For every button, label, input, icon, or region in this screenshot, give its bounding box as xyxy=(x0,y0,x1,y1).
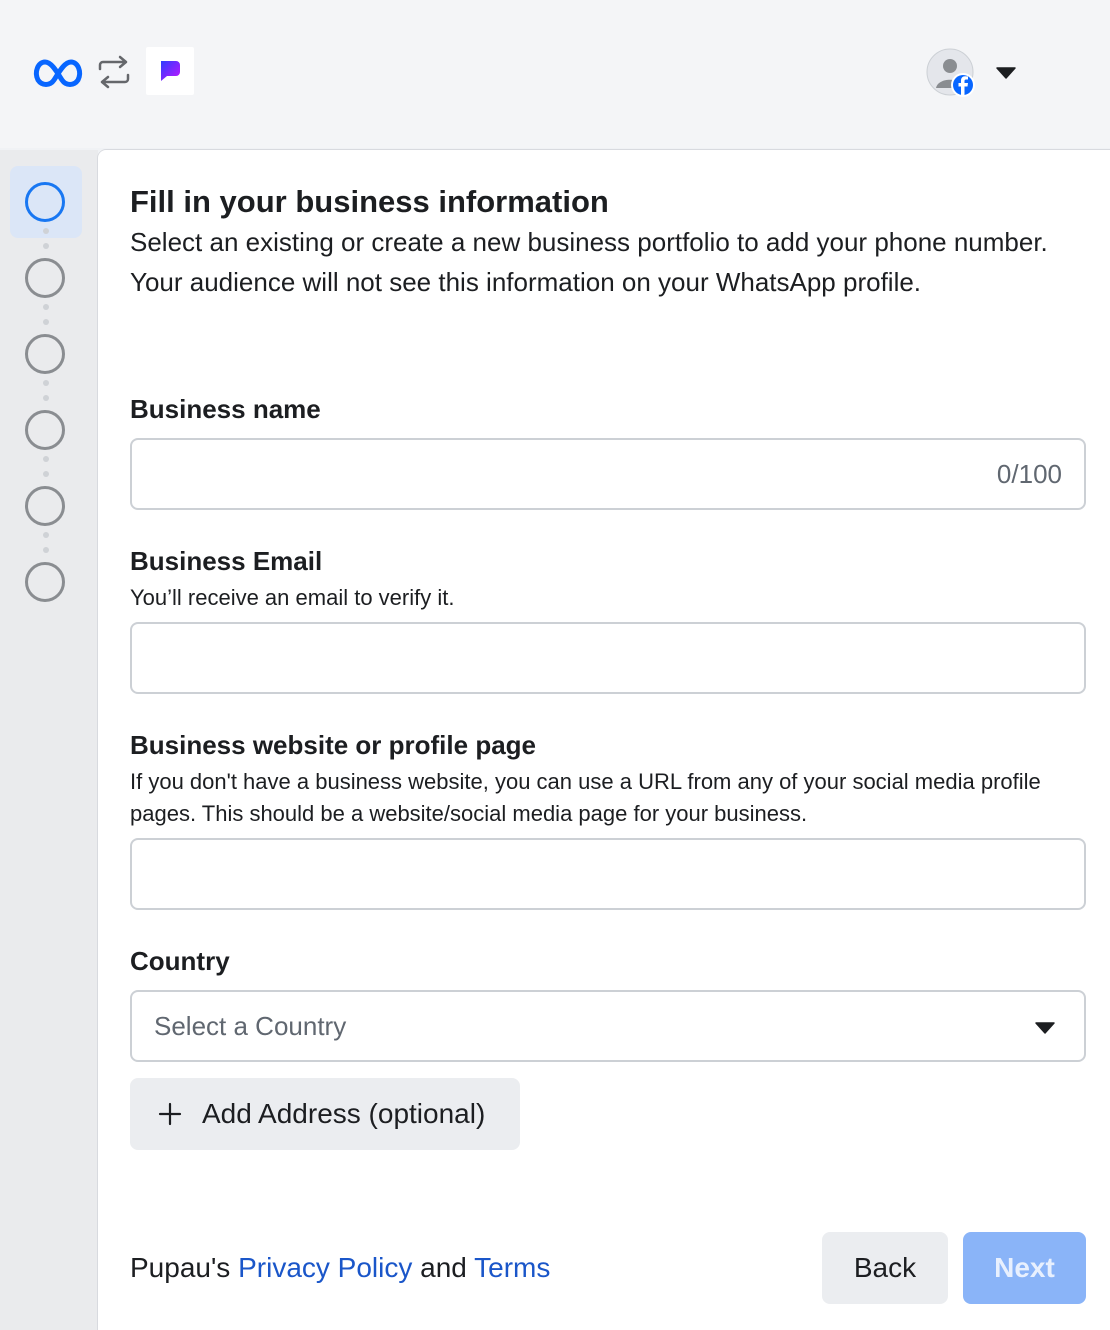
step-connector xyxy=(43,304,49,310)
business-email-label: Business Email xyxy=(130,546,323,576)
top-bar xyxy=(0,0,1110,148)
step-connector xyxy=(43,456,49,462)
page-description: Select an existing or create a new busin… xyxy=(130,227,1048,297)
terms-link[interactable]: Terms xyxy=(474,1252,550,1283)
character-counter: 0/100 xyxy=(996,459,1062,489)
next-button[interactable]: Next xyxy=(963,1232,1086,1304)
facebook-avatar-icon[interactable] xyxy=(926,48,978,100)
step-6 xyxy=(25,562,65,602)
chevron-down-icon xyxy=(1035,1022,1055,1034)
plus-icon xyxy=(158,1102,182,1126)
business-name-field[interactable]: 0/100 xyxy=(130,438,1086,510)
business-website-label: Business website or profile page xyxy=(130,730,536,760)
country-label: Country xyxy=(130,946,230,976)
caret-down-icon[interactable] xyxy=(995,66,1017,80)
business-website-help: If you don't have a business website, yo… xyxy=(130,769,1041,826)
step-connector xyxy=(43,395,49,401)
step-connector xyxy=(43,243,49,249)
pupau-logo-icon xyxy=(146,47,194,95)
add-address-label: Add Address (optional) xyxy=(202,1098,486,1129)
step-2 xyxy=(25,258,65,298)
legal-prefix: Pupau's xyxy=(130,1252,231,1283)
legal-and: and xyxy=(420,1252,467,1283)
step-5 xyxy=(25,486,65,526)
step-connector xyxy=(43,319,49,325)
business-name-label: Business name xyxy=(130,394,321,424)
business-name-input[interactable] xyxy=(152,450,976,500)
step-connector xyxy=(43,547,49,553)
back-button[interactable]: Back xyxy=(822,1232,948,1304)
meta-logo-icon xyxy=(33,59,83,87)
business-email-input[interactable] xyxy=(152,634,976,684)
legal-footer: Pupau's Privacy Policy and Terms xyxy=(130,1248,550,1288)
business-website-field[interactable] xyxy=(130,838,1086,910)
step-4 xyxy=(25,410,65,450)
swap-arrows-icon xyxy=(98,55,130,89)
country-select[interactable]: Select a Country xyxy=(130,990,1086,1062)
country-select-value: Select a Country xyxy=(154,1011,347,1041)
progress-stepper xyxy=(0,150,98,1330)
page-title: Fill in your business information xyxy=(130,184,609,219)
step-3 xyxy=(25,334,65,374)
step-1 xyxy=(25,182,65,222)
step-connector xyxy=(43,471,49,477)
business-info-card: Fill in your business information Select… xyxy=(98,150,1110,1330)
business-email-help: You’ll receive an email to verify it. xyxy=(130,585,455,610)
step-connector xyxy=(43,532,49,538)
step-connector xyxy=(43,228,49,234)
step-connector xyxy=(43,380,49,386)
business-website-input[interactable] xyxy=(152,850,976,900)
business-email-field[interactable] xyxy=(130,622,1086,694)
add-address-button[interactable]: Add Address (optional) xyxy=(130,1078,520,1150)
privacy-policy-link[interactable]: Privacy Policy xyxy=(238,1252,412,1283)
